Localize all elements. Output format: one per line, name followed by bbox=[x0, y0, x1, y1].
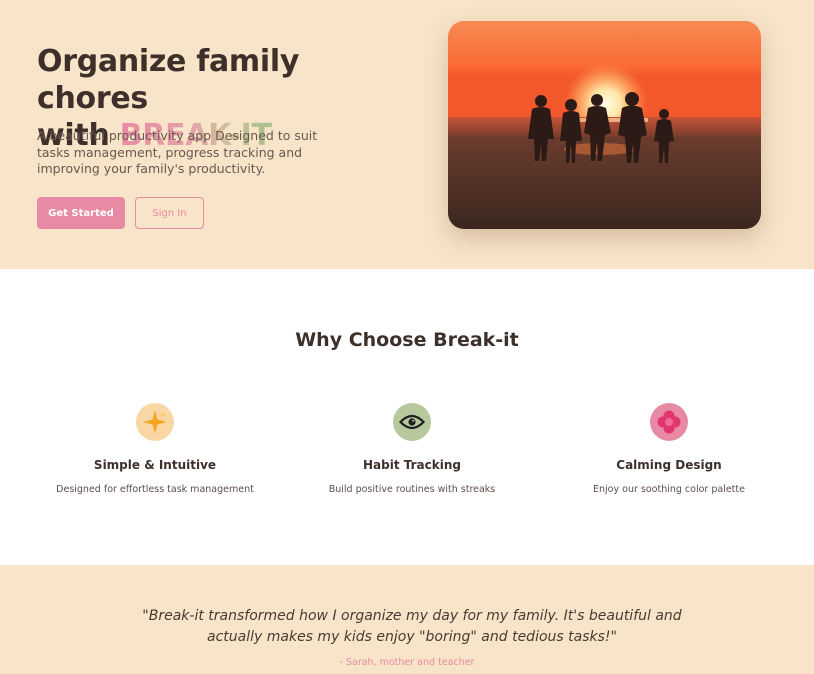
feature-description: Designed for effortless task management bbox=[56, 484, 254, 495]
testimonial-author: - Sarah, mother and teacher bbox=[339, 657, 475, 668]
features-title: Why Choose Break-it bbox=[295, 329, 519, 351]
hero-title-line1: Organize family chores bbox=[37, 44, 300, 116]
eye-icon bbox=[393, 403, 431, 441]
sign-in-button[interactable]: Sign In bbox=[135, 197, 204, 229]
feature-description: Enjoy our soothing color palette bbox=[593, 484, 745, 495]
feature-title: Simple & Intuitive bbox=[93, 458, 217, 472]
feature-card-calming: Calming Design Enjoy our soothing color … bbox=[539, 403, 799, 495]
feature-card-habit: Habit Tracking Build positive routines w… bbox=[282, 403, 542, 495]
family-sunset-photo bbox=[448, 21, 761, 229]
hero-section: Organize family chores with BREAK-IT A b… bbox=[0, 0, 814, 269]
testimonial-quote: "Break-it transformed how I organize my … bbox=[142, 608, 682, 645]
testimonial-section: "Break-it transformed how I organize my … bbox=[0, 565, 814, 674]
feature-card-simple: Simple & Intuitive Designed for effortle… bbox=[25, 403, 285, 495]
hero-description: A beautiful productivity app Designed to… bbox=[37, 128, 318, 176]
get-started-button[interactable]: Get Started bbox=[37, 197, 125, 229]
feature-title: Habit Tracking bbox=[363, 458, 461, 472]
feature-description: Build positive routines with streaks bbox=[328, 484, 496, 495]
flower-icon bbox=[650, 403, 688, 441]
feature-title: Calming Design bbox=[616, 458, 722, 472]
sparkle-icon bbox=[136, 403, 174, 441]
